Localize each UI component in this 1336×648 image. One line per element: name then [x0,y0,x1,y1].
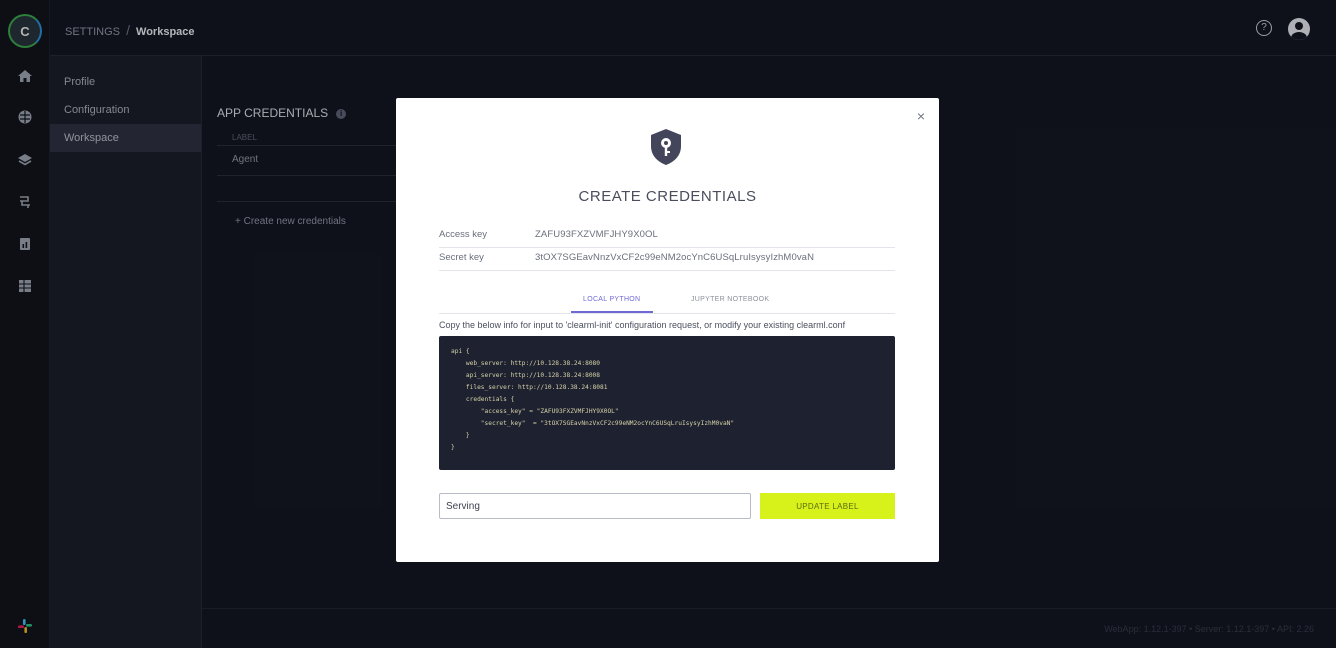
tab-jupyter-notebook[interactable]: JUPYTER NOTEBOOK [691,296,769,303]
close-icon[interactable]: × [917,108,925,124]
dialog-title: CREATE CREDENTIALS [578,188,757,205]
secret-key-row: Secret key 3tOX7SGEavNnzVxCF2c99eNM2ocYn… [439,245,895,271]
tab-local-python[interactable]: LOCAL PYTHON [583,296,640,303]
tabs-divider [439,313,895,314]
create-credentials-dialog: × CREATE CREDENTIALS Access key ZAFU93FX… [396,98,939,562]
config-code-block[interactable]: api { web_server: http://10.128.38.24:80… [439,336,895,470]
config-tabs: LOCAL PYTHON JUPYTER NOTEBOOK [439,291,895,313]
config-instructions: Copy the below info for input to 'clearm… [439,320,846,330]
shield-key-icon [651,129,681,165]
credentials-label-input[interactable] [439,493,751,519]
secret-key-label: Secret key [439,252,484,263]
secret-key-value[interactable]: 3tOX7SGEavNnzVxCF2c99eNM2ocYnC6USqLruIsy… [535,245,814,271]
update-label-button[interactable]: UPDATE LABEL [760,493,895,519]
